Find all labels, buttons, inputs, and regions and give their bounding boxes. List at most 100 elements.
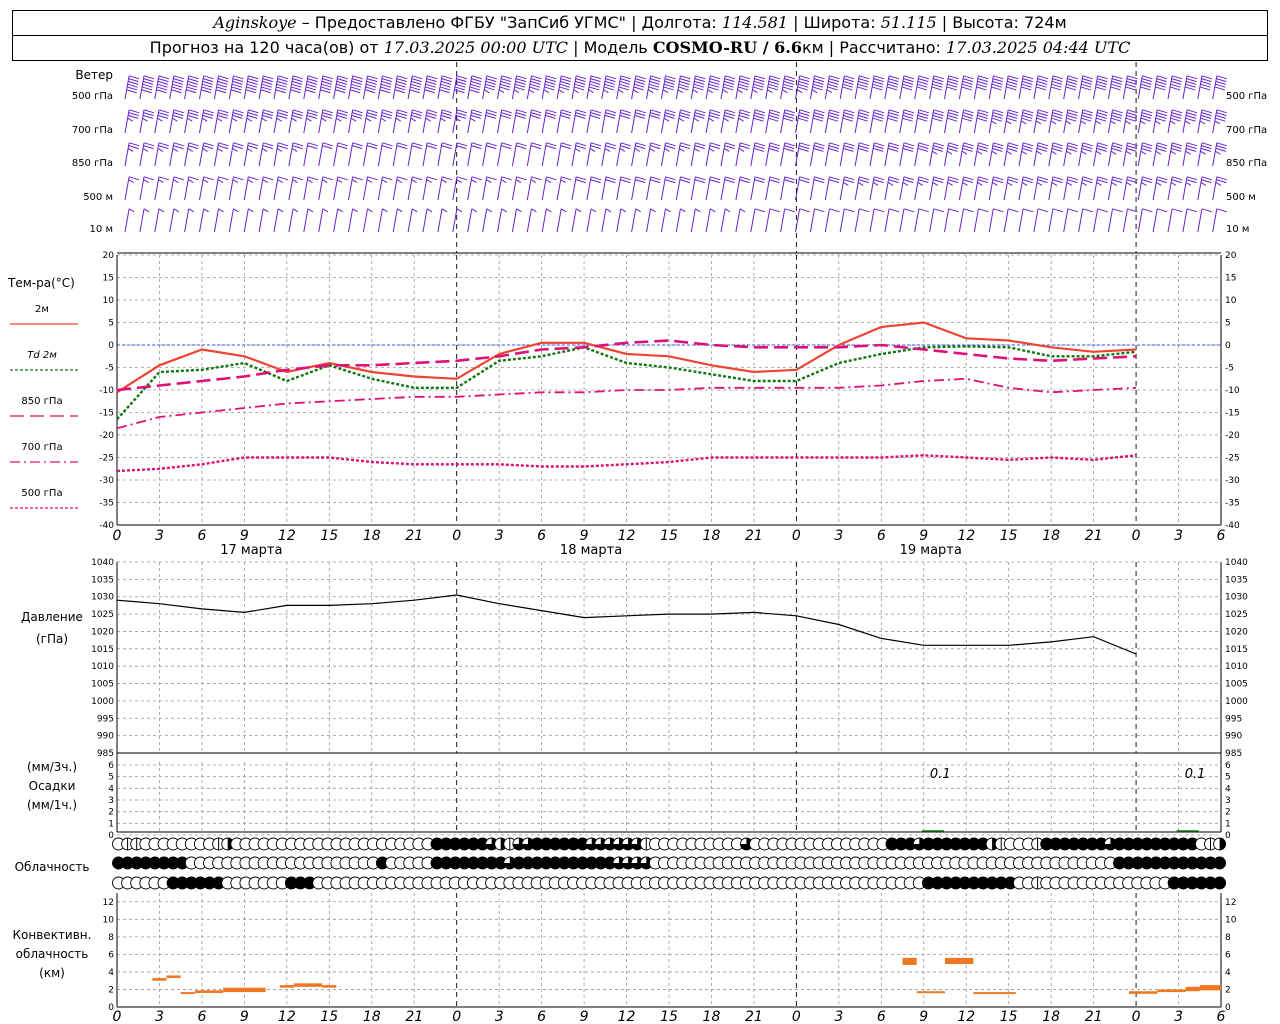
- wind-barb-feather: [739, 145, 750, 150]
- wind-barb-feather: [575, 145, 586, 150]
- wind-barb-feather: [305, 86, 317, 91]
- wind-barb-feather: [350, 86, 361, 91]
- wind-barb-feather: [545, 179, 552, 184]
- wind-barb-feather: [515, 145, 527, 150]
- wind-barb-feather: [947, 145, 959, 150]
- wind-barb-feather: [337, 112, 348, 117]
- wind-barb-staff: [407, 208, 413, 233]
- cloud-row-0: [112, 837, 1227, 851]
- wind-barb-feather: [1171, 142, 1183, 147]
- wind-barb-feather: [1051, 83, 1062, 88]
- wind-barb-feather: [158, 176, 170, 181]
- wind-barb-feather: [471, 208, 478, 213]
- wind-barb-feather: [439, 89, 450, 94]
- temp-ytick-right: -30: [1225, 476, 1240, 486]
- wind-barb-feather: [1170, 80, 1182, 85]
- wind-barb-staff: [228, 176, 234, 201]
- wind-barb-feather: [902, 147, 914, 152]
- conv-xtick: 21: [405, 1009, 423, 1024]
- wind-barb-feather: [202, 80, 213, 85]
- wind-barb-feather: [1170, 117, 1181, 122]
- wind-barb-feather: [456, 179, 462, 184]
- wind-barb-feather: [768, 80, 779, 85]
- wind-barb-feather: [1112, 142, 1123, 147]
- wind-barb-feather: [948, 142, 959, 147]
- wind-barb-feather: [798, 147, 809, 152]
- wind-barb-feather: [664, 179, 676, 184]
- wind-barb-feather: [783, 80, 794, 85]
- pressure-ytick-left: 1015: [91, 645, 114, 655]
- wind-barb-feather: [469, 86, 480, 91]
- wind-barb-feather: [501, 75, 512, 80]
- conv-segment: [322, 985, 337, 988]
- wind-barbs-3: [124, 176, 1227, 201]
- wind-barb-feather: [589, 114, 601, 119]
- wind-barb-staff: [958, 208, 965, 233]
- wind-barb-feather: [276, 147, 283, 152]
- wind-barb-feather: [1097, 75, 1108, 80]
- wind-barb-feather: [157, 147, 164, 152]
- wind-barb-staff: [631, 208, 637, 233]
- wind-barb-feather: [1036, 83, 1047, 88]
- temp-xtick: 21: [405, 528, 423, 544]
- wind-barb-feather: [351, 112, 363, 117]
- wind-barb-feather: [1082, 109, 1093, 114]
- conv-xtick: 21: [745, 1009, 763, 1024]
- wind-barb-staff: [154, 142, 160, 167]
- wind-barb-feather: [784, 75, 795, 80]
- wind-barb-feather: [992, 147, 1003, 152]
- wind-barb-feather: [962, 145, 974, 150]
- wind-barb-feather: [932, 181, 938, 186]
- wind-barb-staff: [735, 142, 741, 167]
- wind-barb-feather: [650, 208, 656, 213]
- wind-barb-feather: [813, 147, 824, 152]
- wind-barb-feather: [1080, 86, 1091, 91]
- wind-barb-feather: [826, 89, 833, 94]
- wind-barb-staff: [675, 176, 681, 201]
- wind-barb-feather: [202, 179, 209, 184]
- wind-barb-feather: [962, 78, 974, 83]
- wind-barb-feather: [292, 145, 303, 150]
- wind-barb-feather: [620, 142, 631, 147]
- wind-barb-staff: [1003, 176, 1009, 201]
- wind-barb-feather: [1155, 86, 1166, 91]
- wind-barb-feather: [1157, 75, 1168, 80]
- wind-barb-feather: [366, 80, 377, 85]
- wind-barb-staff: [1152, 142, 1158, 167]
- pressure-ytick-right: 1035: [1225, 575, 1248, 585]
- wind-barb-feather: [933, 208, 944, 213]
- wind-barb-feather: [1082, 145, 1093, 150]
- wind-barb-feather: [590, 176, 602, 181]
- temp-ytick-right: -35: [1225, 499, 1240, 509]
- wind-barb-feather: [664, 114, 675, 119]
- wind-barb-staff: [809, 109, 816, 134]
- wind-barb-feather: [812, 117, 824, 122]
- conv-ytick-left: 6: [108, 950, 114, 960]
- wind-barb-feather: [1095, 150, 1102, 155]
- wind-barb-feather: [887, 114, 899, 119]
- wind-barb-feather: [336, 80, 347, 85]
- pressure-ytick-left: 985: [97, 749, 114, 759]
- wind-barb-feather: [962, 112, 974, 117]
- wind-barb-staff: [1152, 208, 1158, 233]
- wind-barb-feather: [635, 208, 641, 213]
- wind-barb-feather: [232, 147, 238, 152]
- wind-barb-feather: [797, 86, 808, 91]
- wind-barb-feather: [307, 112, 318, 117]
- wind-barb-feather: [903, 176, 915, 181]
- wind-barb-feather: [441, 142, 453, 147]
- wind-barb-staff: [1018, 176, 1024, 201]
- wind-barb-feather: [248, 142, 259, 147]
- wind-barb-feather: [1214, 120, 1221, 125]
- wind-barb-feather: [441, 78, 452, 83]
- wind-barb-feather: [887, 83, 898, 88]
- wind-barb-feather: [546, 176, 557, 181]
- wind-barb-feather: [322, 179, 328, 184]
- wind-barb-feather: [844, 142, 855, 147]
- wind-barb-feather: [337, 78, 348, 83]
- wind-barb-staff: [392, 109, 398, 134]
- wind-barb-staff: [437, 109, 443, 134]
- precip-ytick-right: 2: [1225, 808, 1231, 818]
- wind-barb-feather: [604, 80, 616, 85]
- wind-barb-feather: [813, 179, 825, 184]
